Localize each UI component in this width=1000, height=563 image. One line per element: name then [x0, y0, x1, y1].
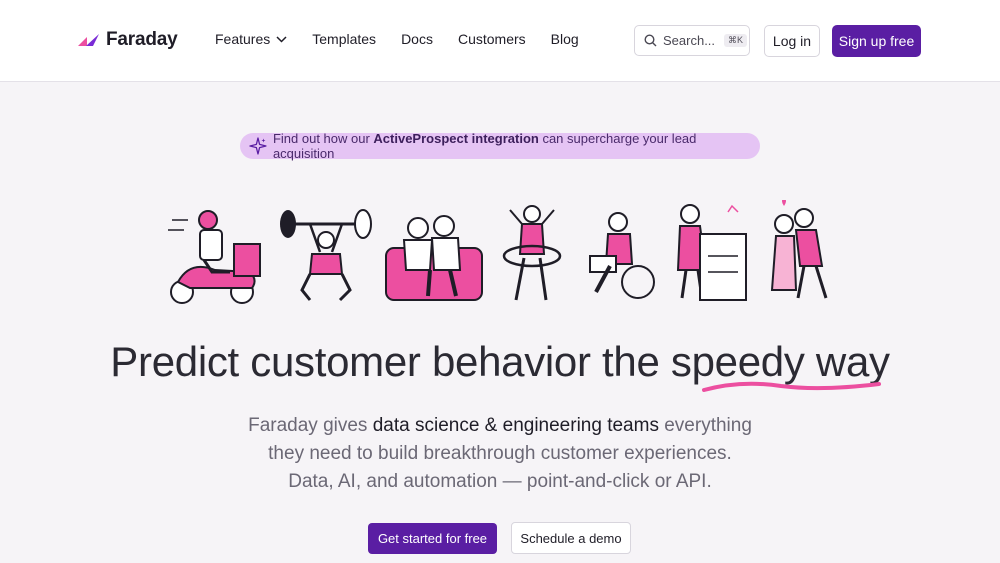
wheelchair-user-illustration [589, 212, 655, 299]
nav-blog-label: Blog [550, 31, 579, 47]
nav-templates[interactable]: Templates [312, 31, 376, 47]
nav-features[interactable]: Features [215, 31, 287, 47]
top-navbar: Faraday Features Templates Docs Customer… [0, 0, 1000, 82]
subtitle-bold: data science & engineering teams [372, 415, 659, 436]
hugging-couple-illustration [770, 200, 828, 299]
couple-on-sofa-illustration [385, 215, 483, 301]
subtitle-line-2: they need to build breakthrough customer… [268, 443, 732, 464]
search-shortcut: ⌘K [724, 34, 748, 47]
announcement-text: Find out how our ActiveProspect integrat… [272, 131, 697, 161]
nav-features-label: Features [215, 31, 271, 47]
signup-button[interactable]: Sign up free [832, 25, 921, 57]
nav-customers[interactable]: Customers [458, 31, 526, 47]
schedule-demo-button[interactable]: Schedule a demo [511, 522, 631, 554]
announcement-banner[interactable]: Find out how our ActiveProspect integrat… [240, 131, 760, 161]
nav-customers-label: Customers [457, 31, 526, 47]
subtitle-line-1: Faraday gives data science & engineering… [248, 415, 752, 436]
nav-templates-label: Templates [312, 31, 377, 47]
announcement-highlight: ActiveProspect integration [373, 131, 539, 146]
hero-illustrations [168, 200, 828, 304]
sparkle-icon [249, 137, 267, 155]
chevron-down-icon [276, 35, 287, 43]
copier-illustration [676, 204, 747, 301]
weightlifter-illustration [280, 209, 372, 302]
nav-docs[interactable]: Docs [401, 31, 433, 47]
nav-blog[interactable]: Blog [551, 31, 579, 47]
hero-subtitle: Faraday gives data science & engineering… [200, 412, 800, 496]
headline-underline-decoration [701, 381, 881, 392]
hula-hoop-illustration [502, 205, 562, 301]
get-started-button[interactable]: Get started for free [368, 523, 497, 554]
logo[interactable]: Faraday [78, 29, 178, 51]
search-placeholder: Search... [663, 33, 716, 48]
headline-emphasis: speedy way [671, 338, 890, 392]
nav-docs-label: Docs [401, 31, 433, 47]
scooter-rider-illustration [168, 210, 261, 304]
subtitle-line-3: Data, AI, and automation — point-and-cli… [288, 471, 712, 492]
search-button[interactable]: Search... ⌘K [634, 25, 750, 56]
hero-headline: Predict customer behavior the speedy way [0, 338, 1000, 392]
faraday-logo-icon [78, 34, 99, 46]
brand-name: Faraday [106, 29, 178, 50]
login-button[interactable]: Log in [764, 25, 820, 57]
nav-links: Features Templates Docs Customers Blog [215, 31, 604, 47]
search-icon [644, 34, 657, 47]
